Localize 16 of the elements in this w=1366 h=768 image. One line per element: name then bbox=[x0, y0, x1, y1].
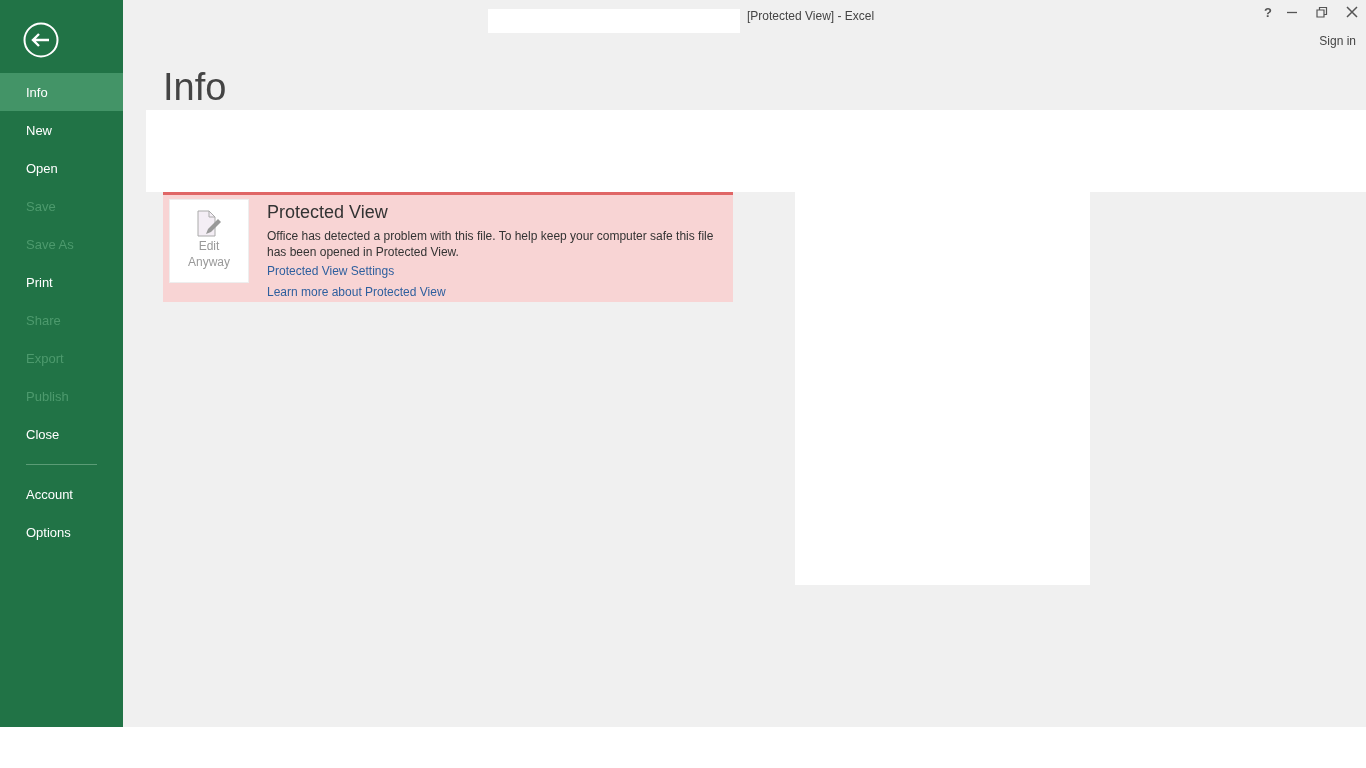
window-title: [Protected View] - Excel bbox=[747, 9, 875, 25]
sidebar-item[interactable]: Print bbox=[0, 263, 123, 301]
protected-view-title: Protected View bbox=[267, 202, 388, 223]
restore-icon[interactable] bbox=[1316, 6, 1328, 18]
sidebar-item[interactable]: New bbox=[0, 111, 123, 149]
protected-view-message: Office has detected a problem with this file. To help keep your computer safe this file has been opened in Protected View. bbox=[267, 228, 715, 260]
sidebar-item[interactable]: Options bbox=[0, 513, 123, 551]
sign-in-link[interactable]: Sign in bbox=[1319, 34, 1356, 48]
help-button[interactable]: ? bbox=[1256, 2, 1280, 22]
sidebar-item[interactable]: Close bbox=[0, 415, 123, 453]
sidebar-item[interactable]: Info bbox=[0, 73, 123, 111]
page-title: Info bbox=[163, 65, 228, 110]
document-pencil-icon bbox=[196, 210, 222, 238]
sidebar-item[interactable]: Open bbox=[0, 149, 123, 187]
sidebar-item[interactable]: Account bbox=[0, 475, 123, 513]
close-icon[interactable] bbox=[1346, 6, 1358, 18]
